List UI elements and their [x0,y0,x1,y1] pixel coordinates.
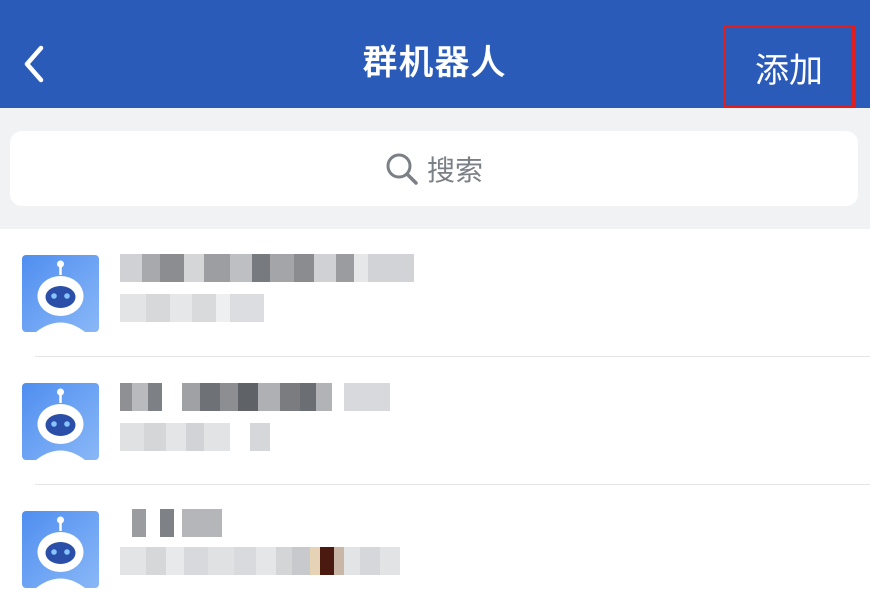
item-title-redacted [120,254,414,282]
chevron-left-icon [24,45,44,83]
search-placeholder: 搜索 [426,153,483,187]
avatar [22,383,99,460]
back-button[interactable] [10,34,58,94]
robot-list [0,229,870,613]
list-item[interactable] [0,485,870,613]
avatar [22,511,99,588]
robot-icon [22,255,99,332]
list-item[interactable] [0,357,870,485]
item-title-redacted [120,509,222,537]
list-item[interactable] [0,229,870,357]
search-area: 搜索 [0,108,870,229]
item-subtitle-redacted [120,294,264,322]
item-subtitle-redacted [120,423,270,451]
robot-icon [22,511,99,588]
search-icon [386,153,418,185]
search-input[interactable]: 搜索 [10,131,858,206]
item-subtitle-redacted [120,547,400,575]
robot-icon [22,383,99,460]
avatar [22,255,99,332]
item-title-redacted [120,383,390,411]
nav-header: 群机器人 添加 [0,0,870,109]
add-button[interactable]: 添加 [723,25,855,109]
